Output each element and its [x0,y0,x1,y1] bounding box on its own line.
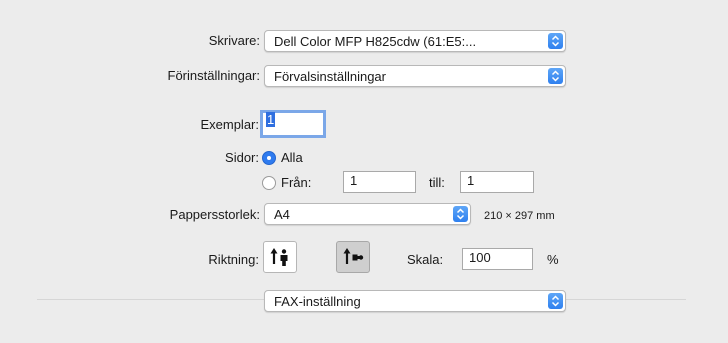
pages-from-field[interactable]: 1 [343,171,416,193]
orientation-label: Riktning: [208,252,259,267]
pages-all-label[interactable]: Alla [281,150,303,166]
pages-range-radio[interactable] [262,176,276,190]
pages-all-radio[interactable] [262,151,276,165]
section-popup-value: FAX-inställning [274,294,361,309]
section-popup[interactable]: FAX-inställning [264,290,566,312]
scale-label: Skala: [407,252,444,267]
copies-label: Exemplar: [200,117,259,132]
portrait-orientation-icon [270,248,288,266]
chevron-updown-icon [548,33,563,49]
copies-value: 1 [266,112,276,127]
paper-size-value: A4 [274,207,290,222]
presets-popup[interactable]: Förvalsinställningar [264,65,566,87]
scale-field[interactable]: 100 [462,248,533,270]
pages-label: Sidor: [225,150,259,165]
pages-to-label: till: [429,175,445,190]
paper-size-popup[interactable]: A4 [264,203,471,225]
paper-size-label: Pappersstorlek: [169,207,260,222]
orientation-landscape-button[interactable] [336,241,370,273]
printer-label: Skrivare: [208,33,260,48]
paper-dimensions: 210 × 297 mm [484,210,555,222]
pages-to-field[interactable]: 1 [460,171,534,193]
pages-from-label[interactable]: Från: [281,175,311,191]
landscape-orientation-icon [343,248,364,264]
presets-label: Förinställningar: [167,68,261,83]
chevron-updown-icon [453,206,468,222]
scale-unit: % [547,252,559,267]
printer-popup[interactable]: Dell Color MFP H825cdw (61:E5:... [264,30,566,52]
copies-field[interactable]: 1 [260,110,326,138]
presets-value: Förvalsinställningar [274,69,386,84]
orientation-portrait-button[interactable] [263,241,297,273]
chevron-updown-icon [548,68,563,84]
printer-value: Dell Color MFP H825cdw (61:E5:... [274,34,477,49]
chevron-updown-icon [548,293,563,309]
